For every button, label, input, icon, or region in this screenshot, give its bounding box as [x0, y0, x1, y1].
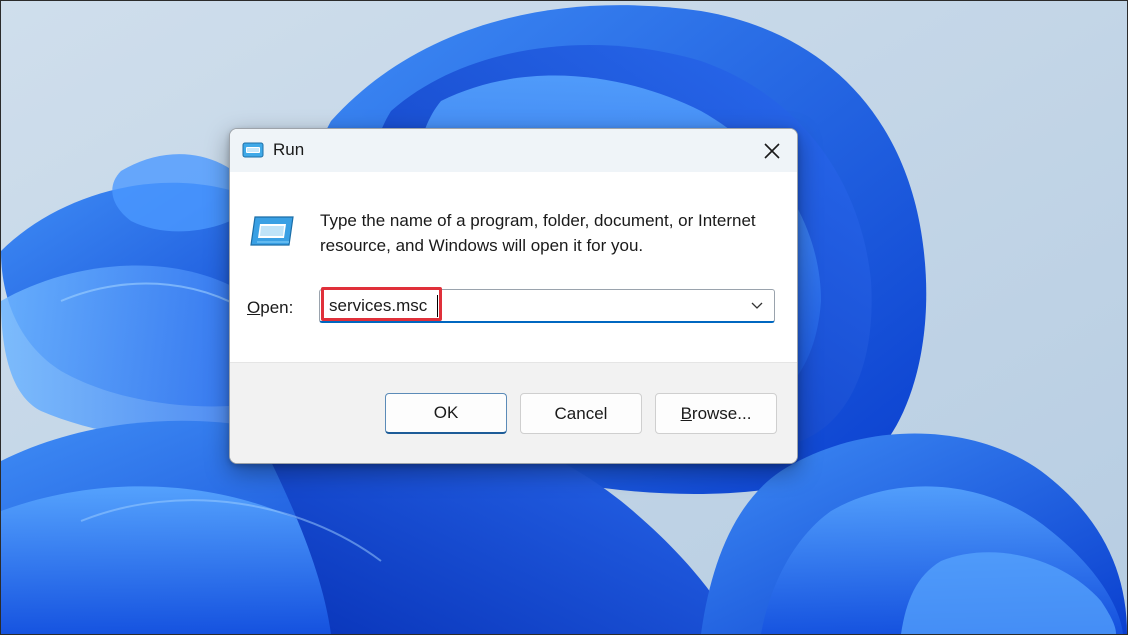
run-icon — [250, 216, 294, 246]
open-input[interactable] — [320, 290, 740, 322]
title-bar[interactable]: Run — [230, 129, 797, 172]
text-caret — [437, 295, 438, 317]
browse-button[interactable]: Browse... — [655, 393, 777, 434]
chevron-down-icon — [751, 302, 763, 309]
run-dialog: Run Type the name of a program, folder, … — [229, 128, 798, 464]
dropdown-button[interactable] — [744, 290, 770, 322]
close-button[interactable] — [747, 129, 797, 172]
run-icon — [242, 142, 264, 158]
window-title: Run — [273, 140, 305, 159]
dialog-body: Type the name of a program, folder, docu… — [230, 172, 797, 362]
browse-button-rest: rowse... — [691, 403, 752, 423]
instructions-text: Type the name of a program, folder, docu… — [320, 211, 756, 255]
ok-button[interactable]: OK — [385, 393, 507, 434]
desktop: Run Type the name of a program, folder, … — [0, 0, 1128, 635]
open-label-text: pen: — [260, 298, 294, 317]
open-combobox[interactable] — [319, 287, 775, 323]
open-label: Open: — [247, 298, 293, 318]
browse-accelerator: B — [680, 403, 692, 423]
button-bar: OK Cancel Browse... — [230, 362, 797, 463]
close-icon — [764, 142, 780, 159]
open-label-accelerator: O — [247, 298, 261, 317]
cancel-button[interactable]: Cancel — [520, 393, 642, 434]
